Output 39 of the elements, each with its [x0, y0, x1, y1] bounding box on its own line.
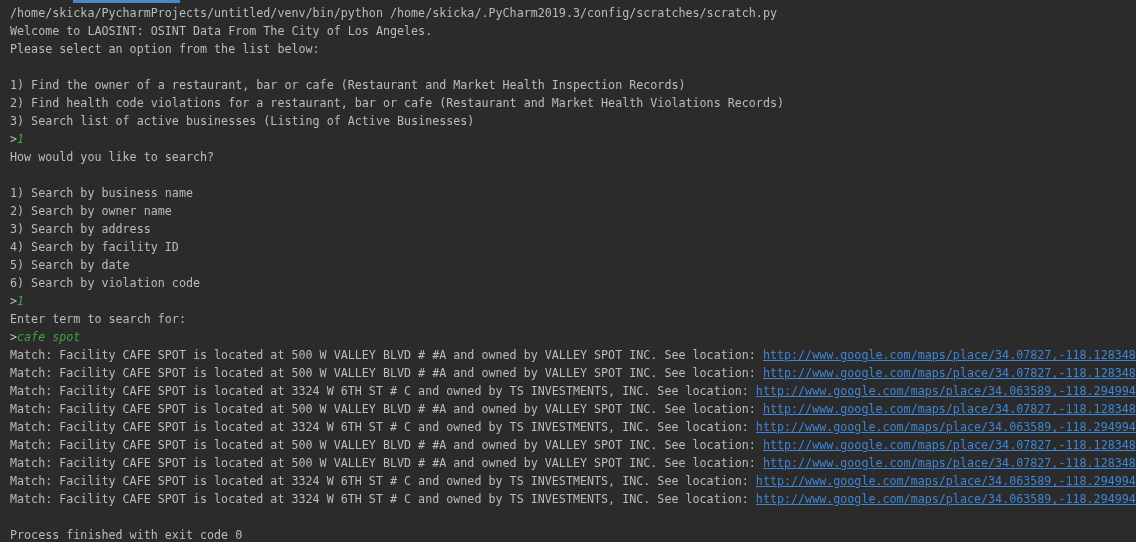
location-link[interactable]: http://www.google.com/maps/place/34.07827,-118.128348	[762, 401, 1136, 419]
location-link[interactable]: http://www.google.com/maps/place/34.07827,-118.128348	[762, 347, 1136, 365]
console-text: 1) Find the owner of a restaurant, bar or cafe (Restaurant and Market Health Inspection Records)	[10, 77, 686, 95]
console-text: Please select an option from the list below:	[10, 41, 320, 59]
console-text: Match: Facility CAFE SPOT is located at 500 W VALLEY BLVD # #A and owned by VALLEY SPOT INC. See location:	[10, 455, 756, 473]
console-text: Match: Facility CAFE SPOT is located at 3324 W 6TH ST # C and owned by TS INVESTMENTS, INC. See location:	[10, 383, 749, 401]
prompt-symbol: >	[10, 329, 18, 347]
console-text: 3) Search list of active businesses (Listing of Active Businesses)	[10, 113, 475, 131]
console-text: Welcome to LAOSINT: OSINT Data From The City of Los Angeles.	[10, 23, 433, 41]
location-link[interactable]: http://www.google.com/maps/place/34.07827,-118.128348	[762, 455, 1136, 473]
console-text: 2) Search by owner name	[10, 203, 172, 221]
console-text: 4) Search by facility ID	[10, 239, 179, 257]
location-link[interactable]: http://www.google.com/maps/place/34.063589,-118.294994	[755, 419, 1136, 437]
console-text: 1) Search by business name	[10, 185, 193, 203]
typed-text: 1	[17, 131, 25, 149]
console-text: /home/skicka/PycharmProjects/untitled/venv/bin/python /home/skicka/.PyCharm2019.3/config/scratches/scratch.py	[10, 5, 777, 23]
typed-text: cafe spot	[17, 329, 81, 347]
console-text: 2) Find health code violations for a restaurant, bar or cafe (Restaurant and Market Health Violations Records)	[10, 95, 784, 113]
console-text: 3) Search by address	[10, 221, 151, 239]
console-text: Match: Facility CAFE SPOT is located at 3324 W 6TH ST # C and owned by TS INVESTMENTS, INC. See location:	[10, 473, 749, 491]
console-text: 6) Search by violation code	[10, 275, 200, 293]
console-text: Match: Facility CAFE SPOT is located at 500 W VALLEY BLVD # #A and owned by VALLEY SPOT INC. See location:	[10, 347, 756, 365]
console-text: Process finished with exit code 0	[10, 527, 243, 542]
prompt-symbol: >	[10, 293, 18, 311]
console-text: How would you like to search?	[10, 149, 215, 167]
location-link[interactable]: http://www.google.com/maps/place/34.063589,-118.294994	[755, 473, 1136, 491]
location-link[interactable]: http://www.google.com/maps/place/34.07827,-118.128348	[762, 365, 1136, 383]
console-text: Match: Facility CAFE SPOT is located at 500 W VALLEY BLVD # #A and owned by VALLEY SPOT INC. See location:	[10, 401, 756, 419]
console-text: Match: Facility CAFE SPOT is located at 3324 W 6TH ST # C and owned by TS INVESTMENTS, INC. See location:	[10, 419, 749, 437]
location-link[interactable]: http://www.google.com/maps/place/34.063589,-118.294994	[755, 491, 1136, 509]
prompt-symbol: >	[10, 131, 18, 149]
console-text: 5) Search by date	[10, 257, 130, 275]
typed-text: 1	[17, 293, 25, 311]
console-text: Match: Facility CAFE SPOT is located at 500 W VALLEY BLVD # #A and owned by VALLEY SPOT INC. See location:	[10, 365, 756, 383]
location-link[interactable]: http://www.google.com/maps/place/34.063589,-118.294994	[755, 383, 1136, 401]
console-text: Match: Facility CAFE SPOT is located at 500 W VALLEY BLVD # #A and owned by VALLEY SPOT INC. See location:	[10, 437, 756, 455]
console-text: Enter term to search for:	[10, 311, 186, 329]
console-text: Match: Facility CAFE SPOT is located at 3324 W 6TH ST # C and owned by TS INVESTMENTS, INC. See location:	[10, 491, 749, 509]
location-link[interactable]: http://www.google.com/maps/place/34.07827,-118.128348	[762, 437, 1136, 455]
